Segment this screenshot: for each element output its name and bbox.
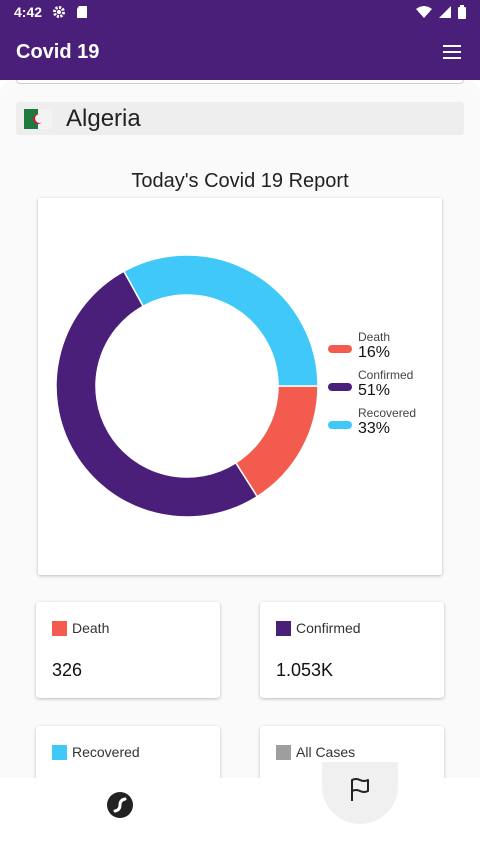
country-name: Algeria	[66, 104, 141, 132]
status-time: 4:42	[14, 4, 43, 20]
search-field-remnant[interactable]	[16, 80, 464, 84]
confirmed-swatch	[276, 620, 291, 636]
virus-stats-icon[interactable]	[107, 792, 133, 818]
stat-label: Death	[72, 620, 110, 636]
stat-label: Recovered	[72, 744, 140, 760]
chart-card: Death 16% Confirmed 51% Recovered 33%	[38, 198, 442, 575]
legend-value: 16%	[358, 344, 391, 361]
stat-card-recovered[interactable]: Recovered	[36, 726, 220, 778]
signal-icon	[439, 5, 451, 18]
legend-label: Confirmed	[358, 368, 414, 382]
death-swatch	[52, 620, 67, 636]
legend-label: Death	[358, 330, 391, 344]
flag-icon[interactable]	[346, 776, 374, 804]
donut-slice-death[interactable]	[234, 385, 319, 498]
legend-item-confirmed: Confirmed 51%	[328, 368, 416, 400]
stat-value: 326	[52, 660, 83, 680]
all-cases-swatch	[276, 744, 291, 760]
gear-icon	[53, 6, 66, 18]
stat-label: All Cases	[296, 744, 356, 760]
sd-card-icon	[77, 6, 88, 18]
main-content: Algeria Today's Covid 19 Report Death 16%…	[0, 80, 480, 778]
stat-card-confirmed[interactable]: Confirmed 1.053K	[260, 602, 444, 698]
legend-value: 51%	[358, 382, 391, 399]
donut-slice-recovered[interactable]	[122, 254, 319, 387]
legend-swatch	[328, 383, 352, 391]
stat-value: 1.053K	[276, 660, 334, 680]
donut-slice-confirmed[interactable]	[55, 270, 259, 518]
app-title: Covid 19	[16, 40, 100, 63]
battery-icon	[458, 5, 466, 19]
report-title: Today's Covid 19 Report	[131, 170, 349, 192]
wifi-icon	[416, 5, 432, 18]
stat-card-death[interactable]: Death 326	[36, 602, 220, 698]
algeria-flag-icon	[24, 108, 52, 129]
bottom-nav	[0, 762, 480, 854]
legend-swatch	[328, 421, 352, 429]
chart-legend: Death 16% Confirmed 51% Recovered 33%	[328, 330, 416, 444]
recovered-swatch	[52, 744, 67, 760]
hamburger-menu-icon[interactable]	[440, 40, 464, 64]
legend-value: 33%	[358, 420, 391, 437]
country-selector[interactable]: Algeria	[16, 102, 464, 135]
app-bar: Covid 19	[0, 24, 480, 80]
status-bar: 4:42	[0, 0, 480, 24]
legend-item-death: Death 16%	[328, 330, 416, 362]
legend-label: Recovered	[358, 406, 417, 420]
legend-item-recovered: Recovered 33%	[328, 406, 416, 438]
legend-swatch	[328, 345, 352, 353]
stat-label: Confirmed	[296, 620, 361, 636]
